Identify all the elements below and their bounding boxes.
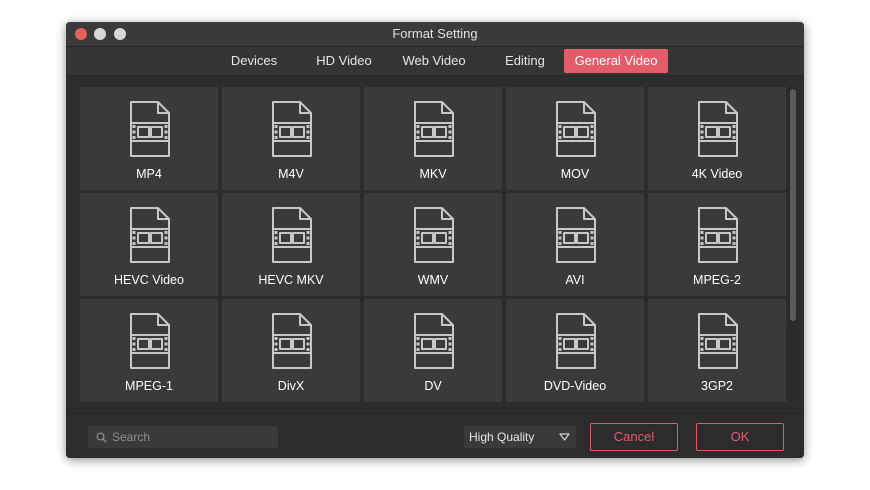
video-file-icon (556, 313, 596, 369)
grid-scrollbar[interactable] (788, 87, 798, 401)
ok-button[interactable]: OK (696, 423, 784, 451)
format-tile-dvd-video[interactable]: DVD-Video (506, 299, 644, 402)
video-file-icon (130, 101, 170, 157)
video-file-icon (698, 207, 738, 263)
tab-editing[interactable]: Editing (490, 49, 560, 73)
format-label: DivX (277, 379, 305, 393)
tab-general-video[interactable]: General Video (564, 49, 668, 73)
format-label: MP4 (136, 167, 162, 181)
format-label: DVD-Video (543, 379, 607, 393)
search-box[interactable] (88, 426, 278, 448)
video-file-icon (414, 207, 454, 263)
video-file-icon (130, 207, 170, 263)
video-file-icon (556, 207, 596, 263)
video-file-icon (698, 101, 738, 157)
format-tile-3gp2[interactable]: 3GP2 (648, 299, 786, 402)
format-tile-hevc-video[interactable]: HEVC Video (80, 193, 218, 296)
format-tile-mpeg-1[interactable]: MPEG-1 (80, 299, 218, 402)
search-input[interactable] (112, 426, 272, 448)
format-label: DV (424, 379, 442, 393)
format-tile-divx[interactable]: DivX (222, 299, 360, 402)
quality-select[interactable]: High Quality (464, 426, 576, 448)
format-label: MKV (419, 167, 447, 181)
tab-hd-video[interactable]: HD Video (309, 49, 379, 73)
format-tile-mkv[interactable]: MKV (364, 87, 502, 190)
format-tile-mpeg-2[interactable]: MPEG-2 (648, 193, 786, 296)
format-label: 3GP2 (701, 379, 733, 393)
cancel-button[interactable]: Cancel (590, 423, 678, 451)
format-tile-mp4[interactable]: MP4 (80, 87, 218, 190)
format-tile-avi[interactable]: AVI (506, 193, 644, 296)
format-tile-dv[interactable]: DV (364, 299, 502, 402)
format-label: 4K Video (691, 167, 743, 181)
quality-selected-value: High Quality (469, 430, 535, 444)
dropdown-triangle-icon (559, 433, 570, 441)
window-title: Format Setting (392, 26, 478, 41)
format-label: HEVC MKV (258, 273, 324, 287)
format-label: M4V (278, 167, 304, 181)
format-tile-mov[interactable]: MOV (506, 87, 644, 190)
video-file-icon (556, 101, 596, 157)
format-tile-m4v[interactable]: M4V (222, 87, 360, 190)
bottom-bar: High Quality Cancel OK (66, 413, 804, 458)
scrollbar-thumb[interactable] (790, 89, 796, 321)
format-tile-4k-video[interactable]: 4K Video (648, 87, 786, 190)
format-label: MPEG-1 (125, 379, 173, 393)
format-label: MOV (560, 167, 590, 181)
tab-web-video[interactable]: Web Video (396, 49, 472, 73)
format-setting-window: Format Setting Devices HD Video Web Vide… (66, 22, 804, 458)
format-label: AVI (565, 273, 585, 287)
tab-devices[interactable]: Devices (224, 49, 284, 73)
category-tabs: Devices HD Video Web Video Editing Gener… (66, 47, 804, 76)
video-file-icon (272, 101, 312, 157)
video-file-icon (414, 313, 454, 369)
search-icon (96, 432, 107, 443)
video-file-icon (130, 313, 170, 369)
format-tile-wmv[interactable]: WMV (364, 193, 502, 296)
video-file-icon (698, 313, 738, 369)
format-label: MPEG-2 (693, 273, 741, 287)
format-grid: MP4 M4V MKV MOV 4K Video HEVC Video HEVC… (80, 87, 786, 403)
title-bar[interactable]: Format Setting (66, 22, 804, 47)
video-file-icon (414, 101, 454, 157)
video-file-icon (272, 313, 312, 369)
format-tile-hevc-mkv[interactable]: HEVC MKV (222, 193, 360, 296)
format-label: HEVC Video (114, 273, 184, 287)
format-label: WMV (417, 273, 449, 287)
video-file-icon (272, 207, 312, 263)
